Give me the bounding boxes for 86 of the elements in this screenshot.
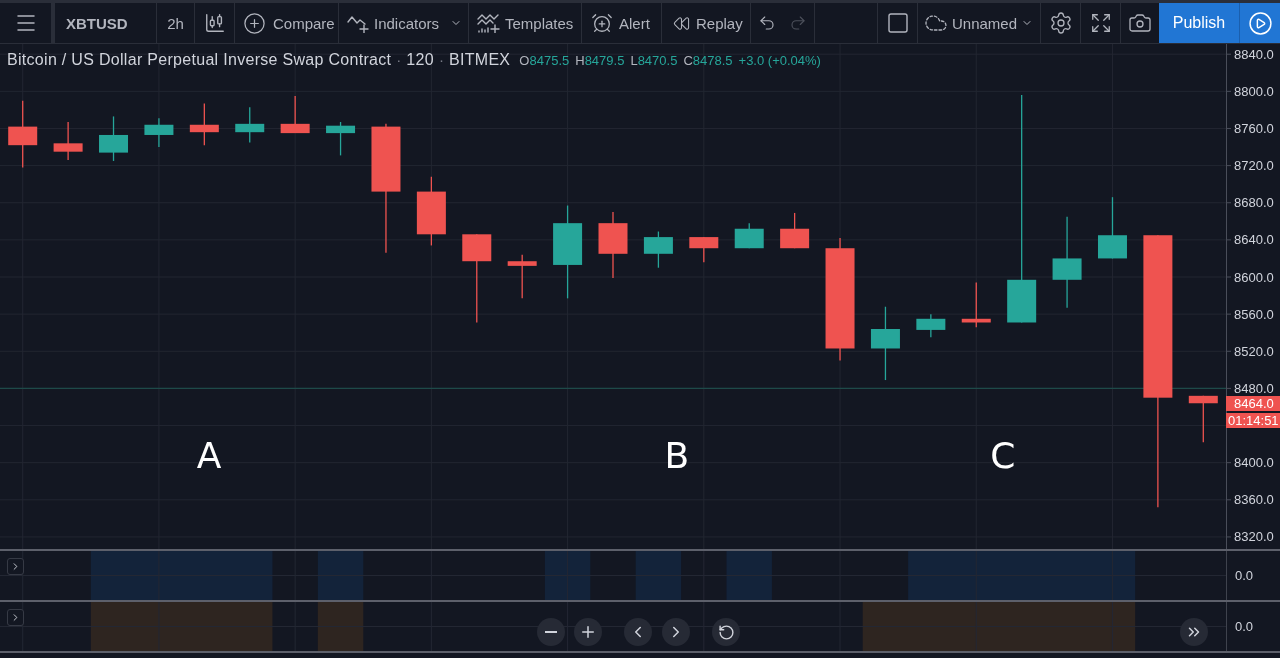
candle	[8, 99, 38, 169]
candle	[1098, 196, 1127, 260]
square-icon	[885, 11, 910, 35]
alert-button[interactable]: Alert	[582, 3, 661, 43]
rewind-icon	[673, 14, 690, 32]
price-axis-label: 8840.0	[1234, 46, 1274, 62]
candle	[689, 236, 719, 263]
zoom-out-button[interactable]	[537, 618, 565, 646]
ohlc-value: 8479.5	[584, 53, 625, 68]
candle	[53, 121, 83, 161]
pane-toggle-button[interactable]	[7, 558, 24, 575]
price-axis-label: 8400.0	[1234, 455, 1274, 471]
candle	[598, 211, 628, 279]
pane-toggle-button[interactable]	[7, 609, 24, 626]
annotation-label: C	[990, 435, 1016, 477]
ohlc-value: 8478.5	[692, 53, 733, 68]
candlestick-icon	[203, 12, 226, 34]
settings-icon	[1048, 11, 1073, 35]
price-axis-label: 8520.0	[1234, 343, 1274, 359]
ohlc-label: H	[575, 53, 585, 68]
annotation-label: A	[196, 435, 222, 477]
ohlc-value: 8470.5	[637, 53, 678, 68]
candle	[235, 106, 265, 144]
plus-circle-icon	[243, 11, 266, 35]
candle	[507, 254, 537, 299]
candle	[734, 222, 764, 249]
price-axis-label: 8560.0	[1234, 306, 1274, 322]
minus-icon	[545, 631, 557, 633]
price-axis-label: 8600.0	[1234, 269, 1274, 285]
publish-button[interactable]: Publish	[1159, 3, 1239, 43]
scale-label: 0.0	[1235, 568, 1254, 583]
price-axis-label: 8640.0	[1234, 232, 1274, 248]
layout-name-button[interactable]: Unnamed	[918, 3, 1040, 43]
candle	[1188, 395, 1218, 443]
price-axis-label: 8360.0	[1234, 492, 1274, 508]
legend-text: 120	[406, 51, 434, 69]
countdown-label: 01:14:51	[1226, 413, 1280, 429]
zoom-in-button[interactable]	[574, 618, 602, 646]
scroll-to-latest-button[interactable]	[1180, 618, 1208, 646]
price-axis-label: 8680.0	[1234, 195, 1274, 211]
candle	[99, 115, 128, 162]
alarm-clock-icon	[591, 12, 613, 34]
circular-arrow-icon	[717, 623, 735, 641]
legend-text: Bitcoin / US Dollar Perpetual Inverse Swap Contract	[7, 51, 392, 69]
symbol-button[interactable]: XBTUSD	[55, 3, 156, 43]
candle	[326, 121, 356, 157]
play-icon	[1247, 10, 1273, 36]
scroll-left-button[interactable]	[624, 618, 652, 646]
expand-icon	[1089, 12, 1112, 34]
undo-icon	[757, 14, 776, 32]
replay-button[interactable]: Replay	[662, 3, 750, 43]
scale-label: 0.0	[1235, 619, 1254, 634]
camera-icon	[1128, 11, 1152, 35]
legend-separator: ·	[438, 51, 444, 68]
candle	[961, 281, 991, 328]
annotation-label: B	[664, 435, 690, 477]
candle	[780, 212, 810, 249]
play-button[interactable]	[1240, 3, 1280, 43]
price-axis-label: 8480.0	[1234, 380, 1274, 396]
candle	[189, 102, 219, 146]
compare-button[interactable]: Compare	[235, 3, 338, 43]
candle	[416, 176, 446, 247]
reset-button[interactable]	[712, 618, 740, 646]
last-price-label: 8464.0	[1226, 395, 1280, 411]
redo-icon	[789, 14, 807, 32]
legend-text: BITMEX	[448, 51, 511, 69]
templates-button[interactable]: Templates	[469, 3, 581, 43]
price-axis-label: 8760.0	[1234, 121, 1274, 136]
zigzag-plus-icon	[477, 13, 500, 33]
scroll-right-button[interactable]	[662, 618, 690, 646]
candle	[643, 230, 673, 269]
indicators-button[interactable]: Indicators	[339, 3, 468, 43]
ohlc-label: O	[519, 53, 530, 68]
legend-separator: ·	[396, 51, 402, 68]
price-change: +3.0 (+0.04%)	[738, 53, 821, 68]
candle	[916, 313, 946, 338]
ohlc-label: L	[630, 53, 638, 68]
candle	[144, 117, 174, 148]
ohlc-label: C	[683, 53, 693, 68]
plus-icon	[579, 623, 597, 641]
interval-button[interactable]: 2h	[157, 3, 194, 43]
price-axis-label: 8320.0	[1234, 529, 1274, 545]
price-axis-label: 8800.0	[1234, 83, 1274, 99]
ohlc-value: 8475.5	[529, 53, 570, 68]
price-axis-label: 8720.0	[1234, 158, 1274, 174]
candle	[280, 95, 310, 134]
